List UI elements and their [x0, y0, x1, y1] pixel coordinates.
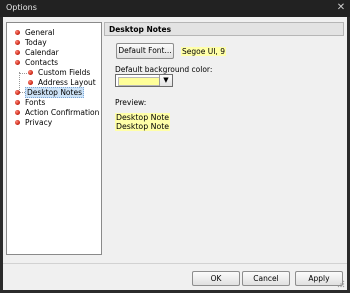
dialog-body: General Today Calendar Contacts Custom F…	[3, 17, 347, 290]
resize-grip-icon[interactable]	[337, 280, 345, 288]
footer-divider	[3, 263, 347, 264]
red-dot-icon	[15, 40, 20, 45]
red-dot-icon	[15, 60, 20, 65]
background-color-label: Default background color:	[115, 65, 213, 74]
red-dot-icon	[15, 110, 20, 115]
font-value: Segoe UI, 9	[181, 47, 226, 56]
section-title: Desktop Notes	[109, 25, 172, 34]
title-bar[interactable]: Options ✕	[0, 0, 350, 17]
window-title: Options	[6, 3, 37, 12]
apply-button[interactable]: Apply	[295, 271, 343, 286]
options-window: Options ✕ General Today Calendar Contact…	[0, 0, 350, 293]
sidebar-item-label: Fonts	[25, 98, 46, 107]
preview-label: Preview:	[115, 98, 147, 107]
ok-button[interactable]: OK	[192, 271, 240, 286]
sidebar-item-label: Contacts	[25, 58, 59, 67]
sidebar-item-label: Desktop Notes	[25, 87, 84, 98]
cancel-button[interactable]: Cancel	[242, 271, 290, 286]
default-font-button[interactable]: Default Font...	[116, 43, 174, 59]
preview-note: Desktop Note	[115, 122, 171, 131]
sidebar-item-label: Address Layout	[38, 78, 96, 87]
sidebar-item-label: General	[25, 28, 55, 37]
red-dot-icon	[15, 100, 20, 105]
options-tree: General Today Calendar Contacts Custom F…	[6, 22, 102, 255]
red-dot-icon	[15, 30, 20, 35]
tree-connector-line	[19, 72, 20, 92]
sidebar-item-label: Custom Fields	[38, 68, 91, 77]
red-dot-icon	[28, 70, 33, 75]
chevron-down-icon[interactable]: ▼	[159, 75, 172, 86]
tree-connector-line	[19, 73, 27, 74]
sidebar-item-label: Today	[25, 38, 47, 47]
sidebar-item-label: Calendar	[25, 48, 59, 57]
preview-note: Desktop Note	[115, 113, 171, 122]
red-dot-icon	[15, 90, 20, 95]
background-color-picker[interactable]: ▼	[115, 74, 173, 87]
section-header: Desktop Notes	[104, 22, 344, 36]
close-icon[interactable]: ✕	[336, 3, 346, 13]
red-dot-icon	[15, 120, 20, 125]
sidebar-item-label: Action Confirmation	[25, 108, 100, 117]
color-swatch	[118, 77, 161, 86]
red-dot-icon	[15, 50, 20, 55]
red-dot-icon	[28, 80, 33, 85]
sidebar-item-label: Privacy	[25, 118, 53, 127]
